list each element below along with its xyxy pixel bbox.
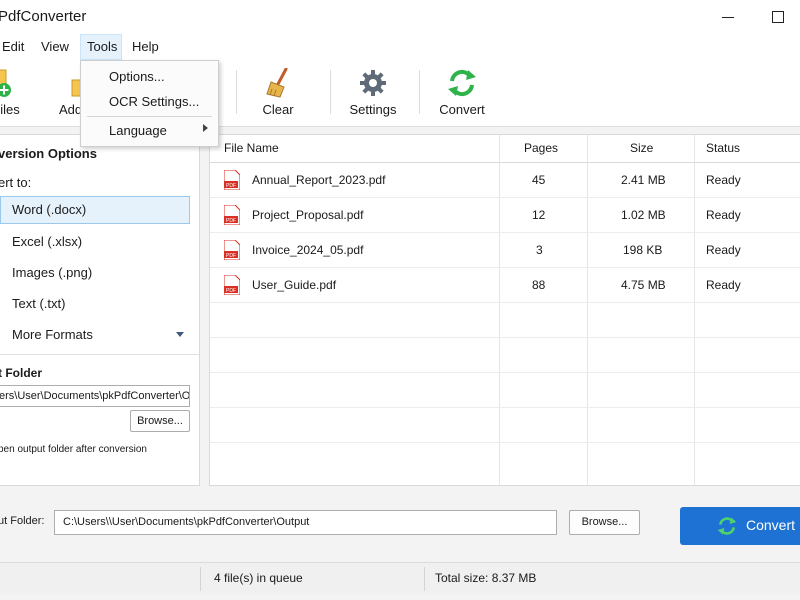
minimize-button[interactable] [718,6,740,28]
bottom-output-path-input[interactable]: C:\Users\\User\Documents\pkPdfConverter\… [54,510,557,535]
settings-gear-icon [360,70,386,96]
status-separator [424,567,425,591]
status-cell: Ready [706,173,741,187]
maximize-button[interactable] [768,6,790,28]
panel-browse-button[interactable]: Browse... [130,410,190,432]
pdf-file-icon: PDF [224,275,240,295]
row-divider [210,337,800,338]
toolbar-convert-label: Convert [439,102,485,117]
title-bar: PdfConverter [0,0,800,34]
add-files-button[interactable]: Files [0,60,26,126]
column-header-status[interactable]: Status [706,135,740,162]
status-cell: Ready [706,278,741,292]
menu-view[interactable]: View [35,34,75,60]
pdf-file-icon: PDF [224,205,240,225]
more-formats-dropdown[interactable]: More Formats [0,321,190,349]
menu-separator [87,116,212,117]
format-text[interactable]: Text (.txt) [0,290,190,318]
pdf-file-icon: PDF [224,240,240,260]
add-files-label: Files [0,102,20,117]
total-size-text: Total size: 8.37 MB [435,571,537,585]
convert-button[interactable]: Convert [680,507,800,545]
panel-divider [0,354,199,355]
row-divider [210,442,800,443]
convert-to-label: ert to: [0,175,32,190]
pages-cell: 45 [532,173,546,187]
column-header-size[interactable]: Size [630,135,653,162]
table-row[interactable]: PDF Project_Proposal.pdf 12 1.02 MB Read… [210,198,800,232]
pages-cell: 12 [532,208,546,222]
output-folder-input[interactable]: ers\User\Documents\pkPdfConverter\Output [0,385,190,407]
svg-text:PDF: PDF [226,288,236,294]
status-cell: Ready [706,208,741,222]
settings-button[interactable]: Settings [346,60,400,126]
row-divider [210,407,800,408]
queue-count-text: 4 file(s) in queue [214,571,303,585]
status-cell: Ready [706,243,741,257]
table-row[interactable]: PDF Annual_Report_2023.pdf 45 2.41 MB Re… [210,163,800,197]
clear-button[interactable]: Clear [254,60,302,126]
status-separator [200,567,201,591]
svg-text:PDF: PDF [226,183,236,189]
clear-broom-icon [266,68,288,98]
add-files-icon [0,69,11,97]
size-cell: 2.41 MB [621,173,666,187]
conversion-options-heading: version Options [0,146,97,161]
size-cell: 198 KB [623,243,663,257]
format-images[interactable]: Images (.png) [0,259,190,287]
menu-edit[interactable]: Edit [0,34,30,60]
menu-item-ocr-settings[interactable]: OCR Settings... [109,92,199,112]
size-cell: 4.75 MB [621,278,666,292]
file-list-table: File Name Pages Size Status PDF Annual_R… [209,134,800,486]
convert-arrows-icon [717,517,737,535]
open-after-conversion-checkbox[interactable]: pen output folder after conversion [0,444,147,455]
column-header-file-name[interactable]: File Name [224,135,279,162]
clear-label: Clear [262,102,294,117]
convert-arrows-icon [448,69,476,97]
file-name-cell: Annual_Report_2023.pdf [252,173,386,187]
file-name-cell: Invoice_2024_05.pdf [252,243,364,257]
toolbar-convert-button[interactable]: Convert [436,60,488,126]
column-header-pages[interactable]: Pages [524,135,558,162]
table-row[interactable]: PDF Invoice_2024_05.pdf 3 198 KB Ready [210,233,800,267]
pages-cell: 88 [532,278,546,292]
size-cell: 1.02 MB [621,208,666,222]
status-bar: 4 file(s) in queue Total size: 8.37 MB [0,562,800,594]
pages-cell: 3 [536,243,543,257]
toolbar-separator [330,70,331,114]
menu-help[interactable]: Help [126,34,165,60]
menu-tools[interactable]: Tools [80,34,122,60]
more-formats-label: More Formats [12,327,93,342]
menu-item-options[interactable]: Options... [109,67,165,87]
toolbar-separator [419,70,420,114]
bottom-browse-button[interactable]: Browse... [569,510,640,535]
toolbar-separator [236,70,237,114]
format-word[interactable]: Word (.docx) [0,196,190,224]
svg-text:PDF: PDF [226,218,236,224]
bottom-output-folder-label: ut Folder: [0,515,45,527]
svg-text:PDF: PDF [226,253,236,259]
row-divider [210,302,800,303]
format-excel[interactable]: Excel (.xlsx) [0,228,190,256]
table-row[interactable]: PDF User_Guide.pdf 88 4.75 MB Ready [210,268,800,302]
settings-label: Settings [349,102,397,117]
pdf-file-icon: PDF [224,170,240,190]
row-divider [210,372,800,373]
tools-dropdown-menu: Options... OCR Settings... Language [80,60,219,147]
file-name-cell: User_Guide.pdf [252,278,337,292]
conversion-options-panel: version Options ert to: Word (.docx) Exc… [0,134,200,486]
menu-bar: Edit View Tools Help [0,34,800,60]
output-folder-heading: t Folder [0,366,42,380]
menu-item-language[interactable]: Language [109,121,167,141]
app-title: PdfConverter [0,8,87,25]
file-name-cell: Project_Proposal.pdf [252,208,364,222]
submenu-arrow-icon [203,124,208,132]
convert-button-label: Convert [746,517,796,533]
chevron-down-icon [176,332,184,337]
